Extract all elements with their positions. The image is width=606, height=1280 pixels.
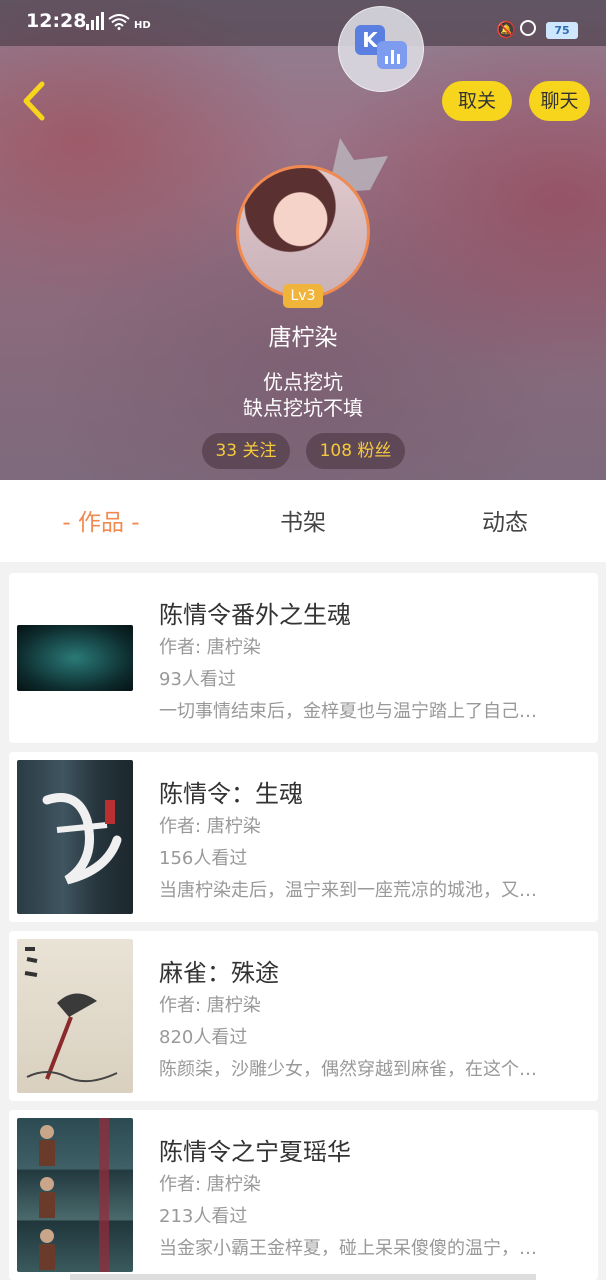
list-item[interactable]: 陈情令之宁夏瑶华 作者: 唐柠染 213人看过 当金家小霸王金梓夏，碰上呆呆傻傻… [9, 1110, 598, 1280]
work-title: 陈情令：生魂 [159, 780, 303, 808]
alarm-icon [520, 20, 536, 36]
list-item[interactable]: 陈情令：生魂 作者: 唐柠染 156人看过 当唐柠染走后，温宁来到一座荒凉的城池… [9, 752, 598, 922]
tab-feed[interactable]: 动态 [404, 480, 606, 562]
back-button[interactable] [14, 78, 54, 124]
work-views: 213人看过 [159, 1206, 248, 1227]
next-item-peek [70, 1274, 536, 1280]
status-bar: 12:28 HD 🔕 75 [0, 0, 606, 46]
profile-header: 12:28 HD 🔕 75 K 取关 聊天 Lv3 唐柠染 优点挖坑 缺点挖坑不… [0, 0, 606, 480]
fans-count[interactable]: 108 粉丝 [306, 433, 405, 469]
tab-works[interactable]: - 作品 - [0, 480, 202, 562]
work-title: 陈情令之宁夏瑶华 [159, 1138, 351, 1166]
works-list: 陈情令番外之生魂 作者: 唐柠染 93人看过 一切事情结束后，金梓夏也与温宁踏上… [0, 562, 606, 1280]
bio: 优点挖坑 缺点挖坑不填 [0, 369, 606, 421]
work-title: 陈情令番外之生魂 [159, 601, 351, 629]
book-cover [17, 625, 133, 691]
unfollow-button[interactable]: 取关 [442, 81, 512, 121]
work-views: 820人看过 [159, 1027, 248, 1048]
book-cover [17, 1118, 133, 1272]
list-item[interactable]: 陈情令番外之生魂 作者: 唐柠染 93人看过 一切事情结束后，金梓夏也与温宁踏上… [9, 573, 598, 743]
mute-bell-icon: 🔕 [496, 20, 516, 39]
battery-icon: 75 [546, 22, 578, 39]
work-author: 作者: 唐柠染 [159, 637, 261, 658]
book-cover [17, 760, 133, 914]
work-author: 作者: 唐柠染 [159, 816, 261, 837]
signal-icon [86, 12, 104, 30]
book-cover [17, 939, 133, 1093]
floating-app-bubble[interactable]: K [338, 6, 424, 92]
work-author: 作者: 唐柠染 [159, 995, 261, 1016]
work-author: 作者: 唐柠染 [159, 1174, 261, 1195]
wifi-icon [108, 14, 130, 30]
work-views: 93人看过 [159, 669, 236, 690]
chat-button[interactable]: 聊天 [529, 81, 590, 121]
bar-chart-icon [377, 41, 407, 69]
hd-indicator: HD [134, 20, 151, 31]
following-count[interactable]: 33 关注 [202, 433, 290, 469]
list-item[interactable]: 麻雀：殊途 作者: 唐柠染 820人看过 陈颜柒，沙雕少女，偶然穿越到麻雀，在这… [9, 931, 598, 1101]
work-views: 156人看过 [159, 848, 248, 869]
work-title: 麻雀：殊途 [159, 959, 279, 987]
bio-line-2: 缺点挖坑不填 [243, 396, 363, 420]
tab-bookshelf[interactable]: 书架 [202, 480, 404, 562]
work-description: 当金家小霸王金梓夏，碰上呆呆傻傻的温宁，… [159, 1238, 537, 1259]
level-badge: Lv3 [283, 284, 323, 308]
profile-tabs: - 作品 - 书架 动态 [0, 480, 606, 562]
avatar[interactable] [236, 165, 370, 299]
work-description: 一切事情结束后，金梓夏也与温宁踏上了自己… [159, 701, 537, 722]
status-time: 12:28 [26, 10, 87, 32]
work-description: 当唐柠染走后，温宁来到一座荒凉的城池，又… [159, 880, 537, 901]
work-description: 陈颜柒，沙雕少女，偶然穿越到麻雀，在这个… [159, 1059, 537, 1080]
bio-line-1: 优点挖坑 [263, 370, 343, 394]
username: 唐柠染 [268, 325, 338, 351]
